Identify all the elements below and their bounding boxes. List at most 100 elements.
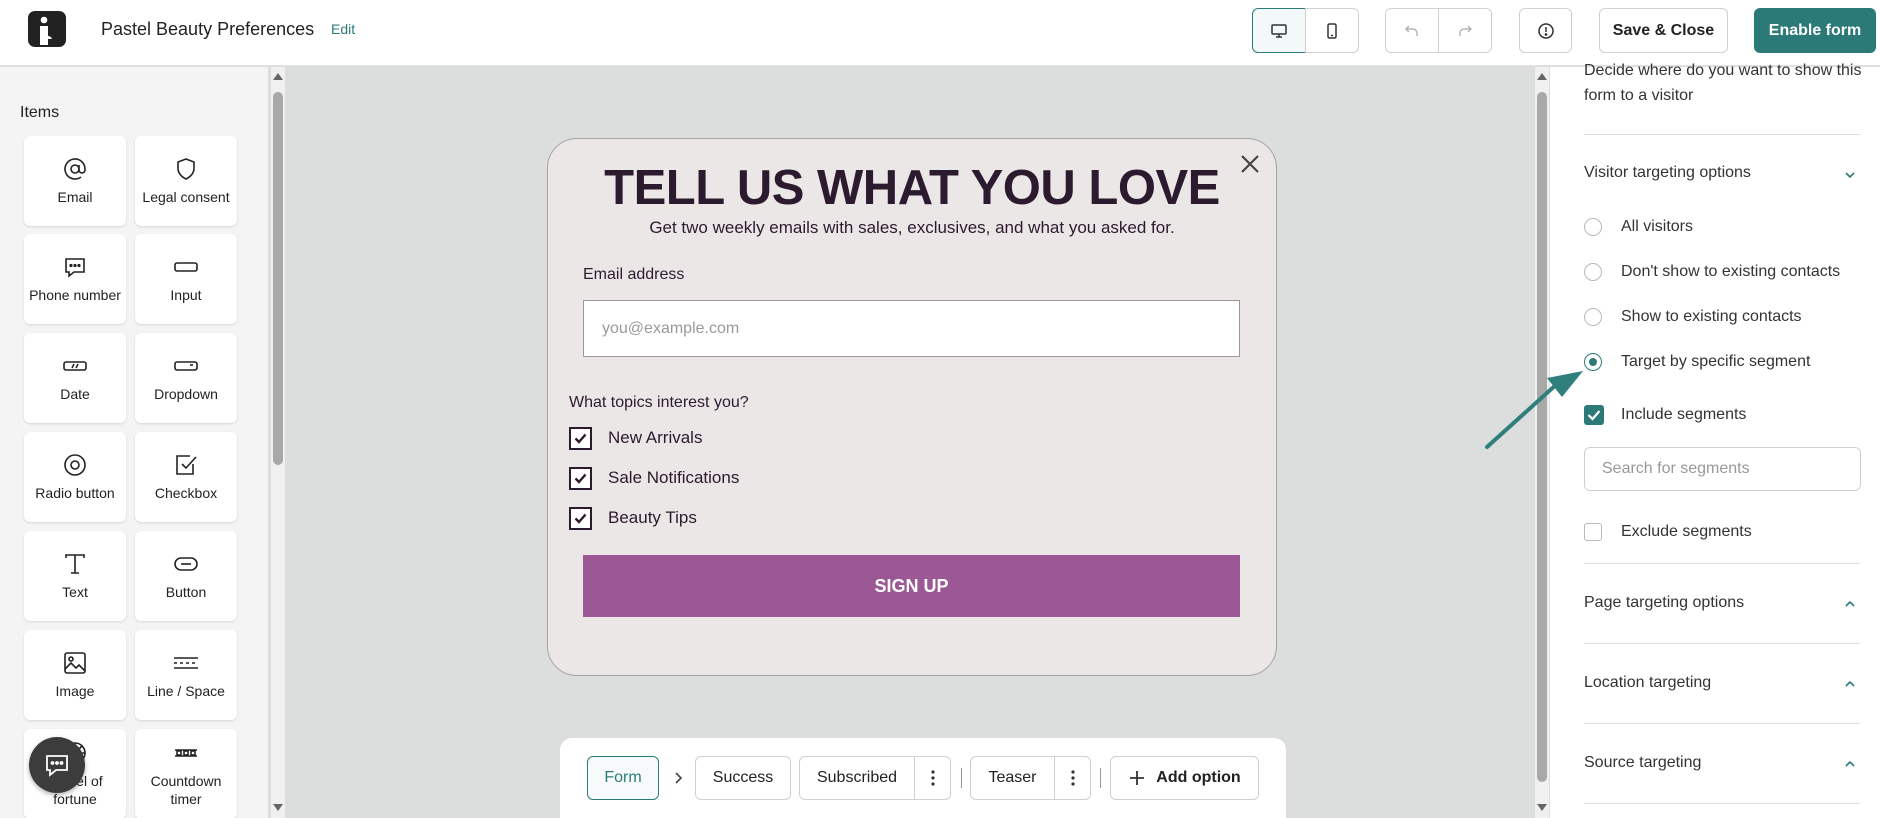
- item-label: Date: [60, 386, 90, 402]
- radio-label: Show to existing contacts: [1621, 308, 1802, 325]
- step-success-button[interactable]: Success: [695, 756, 791, 800]
- undo-icon: [1404, 24, 1418, 36]
- radio-target-by-segment[interactable]: Target by specific segment: [1584, 351, 1810, 373]
- item-input[interactable]: Input: [135, 234, 237, 324]
- item-text[interactable]: Text: [24, 531, 126, 621]
- step-separator: [961, 768, 962, 788]
- topic-option-beauty-tips[interactable]: Beauty Tips: [569, 506, 697, 530]
- topics-label: What topics interest you?: [569, 394, 749, 411]
- scroll-up-arrow-icon[interactable]: [1536, 71, 1548, 81]
- scroll-up-arrow-icon[interactable]: [272, 71, 284, 81]
- topic-option-new-arrivals[interactable]: New Arrivals: [569, 426, 702, 450]
- topic-checkbox[interactable]: [569, 466, 592, 490]
- edit-title-link[interactable]: Edit: [331, 21, 355, 37]
- shield-icon: [177, 158, 195, 180]
- input-field-icon: [174, 262, 198, 272]
- item-line-space[interactable]: Line / Space: [135, 630, 237, 720]
- source-targeting-title[interactable]: Source targeting: [1584, 754, 1701, 772]
- item-label: Image: [55, 683, 95, 699]
- item-label: Text: [62, 584, 88, 600]
- app-logo-icon[interactable]: [28, 11, 66, 47]
- item-legal-consent[interactable]: Legal consent: [135, 136, 237, 226]
- exclude-segments-checkbox[interactable]: [1584, 523, 1602, 541]
- topic-checkbox[interactable]: [569, 506, 592, 530]
- more-vertical-icon: [930, 770, 935, 786]
- items-scrollbar-thumb[interactable]: [273, 92, 283, 465]
- items-heading: Items: [20, 104, 60, 121]
- item-label: Dropdown: [154, 386, 218, 402]
- item-countdown-timer[interactable]: Countdown timer: [135, 729, 237, 818]
- item-label: Button: [165, 584, 207, 600]
- checkbox-icon: [176, 455, 197, 475]
- segment-search-input[interactable]: [1584, 447, 1861, 491]
- radio-all-visitors[interactable]: All visitors: [1584, 216, 1693, 238]
- item-checkbox[interactable]: Checkbox: [135, 432, 237, 522]
- popup-headline[interactable]: TELL US WHAT YOU LOVE: [550, 160, 1274, 216]
- targeting-description: Decide where do you want to show this fo…: [1584, 62, 1862, 104]
- page-targeting-title[interactable]: Page targeting options: [1584, 594, 1744, 612]
- chevron-up-icon[interactable]: [1843, 677, 1857, 691]
- item-label: Legal consent: [142, 189, 230, 205]
- checkmark-icon: [574, 433, 587, 444]
- popup-subheadline[interactable]: Get two weekly emails with sales, exclus…: [550, 218, 1274, 238]
- desktop-icon: [1271, 23, 1287, 38]
- step-teaser-button[interactable]: Teaser: [970, 756, 1055, 800]
- exclude-segments-option[interactable]: Exclude segments: [1584, 521, 1752, 543]
- section-divider: [1584, 803, 1860, 804]
- item-dropdown[interactable]: Dropdown: [135, 333, 237, 423]
- checkmark-icon: [574, 473, 587, 484]
- line-space-icon: [174, 657, 198, 669]
- chat-icon: [46, 755, 68, 777]
- add-option-button[interactable]: Add option: [1110, 756, 1259, 800]
- radio-circle[interactable]: [1584, 218, 1602, 236]
- radio-dont-show-existing[interactable]: Don't show to existing contacts: [1584, 261, 1840, 283]
- section-divider: [1584, 134, 1860, 135]
- timer-icon: [175, 749, 197, 757]
- undo-button[interactable]: [1385, 8, 1439, 53]
- step-form-button[interactable]: Form: [587, 756, 659, 800]
- include-segments-option[interactable]: Include segments: [1584, 404, 1746, 426]
- topic-option-sale-notifications[interactable]: Sale Notifications: [569, 466, 739, 490]
- checkmark-icon: [574, 513, 587, 524]
- sign-up-button[interactable]: SIGN UP: [583, 555, 1240, 617]
- topic-label: Beauty Tips: [608, 508, 697, 527]
- topic-label: New Arrivals: [608, 428, 703, 447]
- chevron-up-icon[interactable]: [1843, 597, 1857, 611]
- radio-circle[interactable]: [1584, 263, 1602, 281]
- topic-checkbox[interactable]: [569, 426, 592, 450]
- visitor-targeting-title[interactable]: Visitor targeting options: [1584, 164, 1751, 182]
- info-icon: [1537, 22, 1554, 39]
- section-divider: [1584, 563, 1860, 564]
- at-sign-icon: [64, 158, 86, 180]
- item-date[interactable]: Date: [24, 333, 126, 423]
- item-phone-number[interactable]: Phone number: [24, 234, 126, 324]
- radio-circle[interactable]: [1584, 308, 1602, 326]
- save-close-button[interactable]: Save & Close: [1599, 8, 1728, 53]
- email-field[interactable]: [583, 300, 1240, 357]
- info-button[interactable]: [1519, 8, 1572, 53]
- item-email[interactable]: Email: [24, 136, 126, 226]
- scroll-down-arrow-icon[interactable]: [1536, 803, 1548, 813]
- item-image[interactable]: Image: [24, 630, 126, 720]
- desktop-view-button[interactable]: [1252, 8, 1306, 53]
- chevron-up-icon[interactable]: [1843, 757, 1857, 771]
- chevron-down-icon[interactable]: [1843, 168, 1857, 182]
- chat-support-button[interactable]: [29, 737, 85, 793]
- mobile-view-button[interactable]: [1305, 8, 1359, 53]
- radio-label: All visitors: [1621, 218, 1694, 235]
- item-button[interactable]: Button: [135, 531, 237, 621]
- teaser-more-button[interactable]: [1054, 756, 1091, 800]
- step-subscribed-button[interactable]: Subscribed: [799, 756, 915, 800]
- item-radio-button[interactable]: Radio button: [24, 432, 126, 522]
- radio-show-existing[interactable]: Show to existing contacts: [1584, 306, 1802, 328]
- include-segments-label: Include segments: [1621, 406, 1747, 423]
- section-divider: [1584, 643, 1860, 644]
- section-divider: [1584, 723, 1860, 724]
- location-targeting-title[interactable]: Location targeting: [1584, 674, 1711, 692]
- dropdown-icon: [174, 361, 198, 371]
- scroll-down-arrow-icon[interactable]: [272, 803, 284, 813]
- enable-form-button[interactable]: Enable form: [1754, 8, 1876, 53]
- redo-button[interactable]: [1438, 8, 1492, 53]
- subscribed-more-button[interactable]: [914, 756, 951, 800]
- chevron-right-icon: [675, 772, 683, 784]
